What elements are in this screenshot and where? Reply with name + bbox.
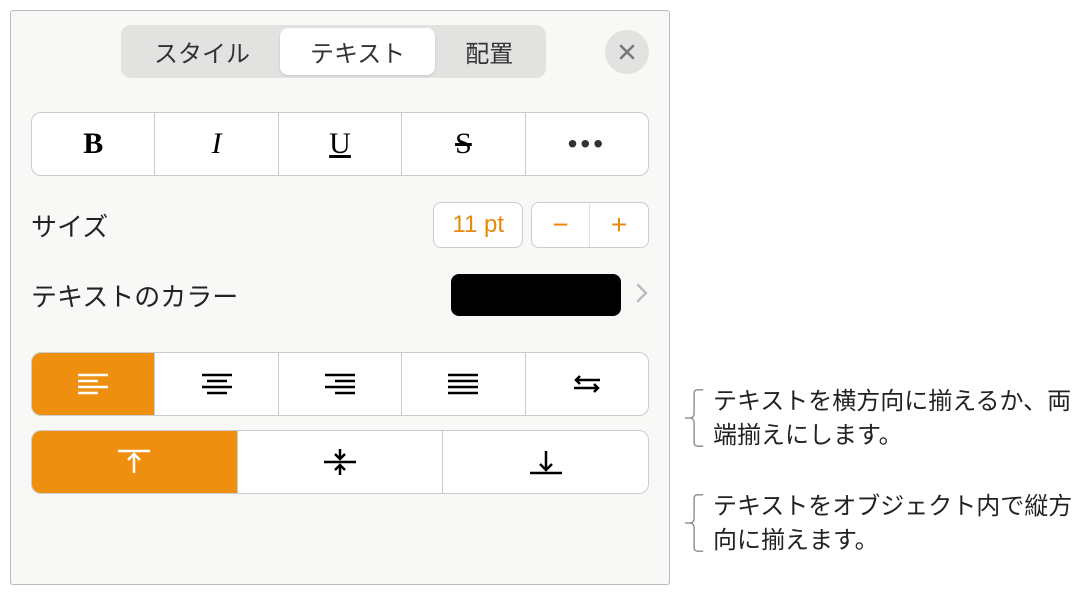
tab-style[interactable]: スタイル: [124, 28, 280, 75]
annotation-vertical-text: テキストをオブジェクト内で縦方向に揃えます。: [713, 490, 1085, 557]
horizontal-align-row: [31, 352, 649, 416]
format-panel: スタイル テキスト 配置 B I U S ••• サイズ 11 pt − + テ…: [10, 10, 670, 585]
vertical-align-row: [31, 430, 649, 494]
tab-text[interactable]: テキスト: [280, 28, 435, 75]
tab-group: スタイル テキスト 配置: [121, 25, 546, 78]
underline-button[interactable]: U: [279, 113, 402, 175]
tab-bar: スタイル テキスト 配置: [11, 11, 669, 88]
tab-arrange[interactable]: 配置: [435, 28, 543, 75]
strikethrough-button[interactable]: S: [402, 113, 525, 175]
annotation-vertical: テキストをオブジェクト内で縦方向に揃えます。: [685, 490, 1085, 557]
valign-middle-button[interactable]: [238, 431, 444, 493]
valign-bottom-button[interactable]: [443, 431, 648, 493]
valign-top-button[interactable]: [32, 431, 238, 493]
align-justify-button[interactable]: [402, 353, 525, 415]
size-value[interactable]: 11 pt: [433, 202, 523, 248]
align-left-button[interactable]: [32, 353, 155, 415]
valign-bottom-icon: [526, 446, 566, 478]
text-direction-icon: [570, 369, 604, 399]
close-button[interactable]: [605, 30, 649, 74]
align-center-button[interactable]: [155, 353, 278, 415]
color-row: テキストのカラー: [31, 274, 649, 316]
size-increase-button[interactable]: +: [590, 203, 648, 247]
align-right-icon: [323, 369, 357, 399]
size-row: サイズ 11 pt − +: [31, 202, 649, 248]
align-left-icon: [76, 369, 110, 399]
callout-annotations: テキストを横方向に揃えるか、両端揃えにします。 テキストをオブジェクト内で縦方向…: [685, 385, 1085, 595]
align-right-button[interactable]: [279, 353, 402, 415]
text-direction-button[interactable]: [526, 353, 648, 415]
annotation-horizontal: テキストを横方向に揃えるか、両端揃えにします。: [685, 385, 1085, 452]
valign-top-icon: [114, 446, 154, 478]
bracket-icon: [685, 490, 705, 556]
size-decrease-button[interactable]: −: [532, 203, 590, 247]
color-label: テキストのカラー: [31, 277, 238, 314]
close-icon: [617, 42, 637, 62]
align-center-icon: [200, 369, 234, 399]
bracket-icon: [685, 385, 705, 451]
color-swatch[interactable]: [451, 274, 621, 316]
format-row: B I U S •••: [31, 112, 649, 176]
chevron-right-icon[interactable]: [635, 280, 649, 311]
bold-button[interactable]: B: [32, 113, 155, 175]
align-justify-icon: [446, 369, 480, 399]
alignment-section: [31, 352, 649, 494]
annotation-horizontal-text: テキストを横方向に揃えるか、両端揃えにします。: [713, 385, 1085, 452]
valign-middle-icon: [320, 446, 360, 478]
italic-button[interactable]: I: [155, 113, 278, 175]
size-label: サイズ: [31, 207, 108, 244]
size-stepper: − +: [531, 202, 649, 248]
more-options-button[interactable]: •••: [526, 113, 648, 175]
